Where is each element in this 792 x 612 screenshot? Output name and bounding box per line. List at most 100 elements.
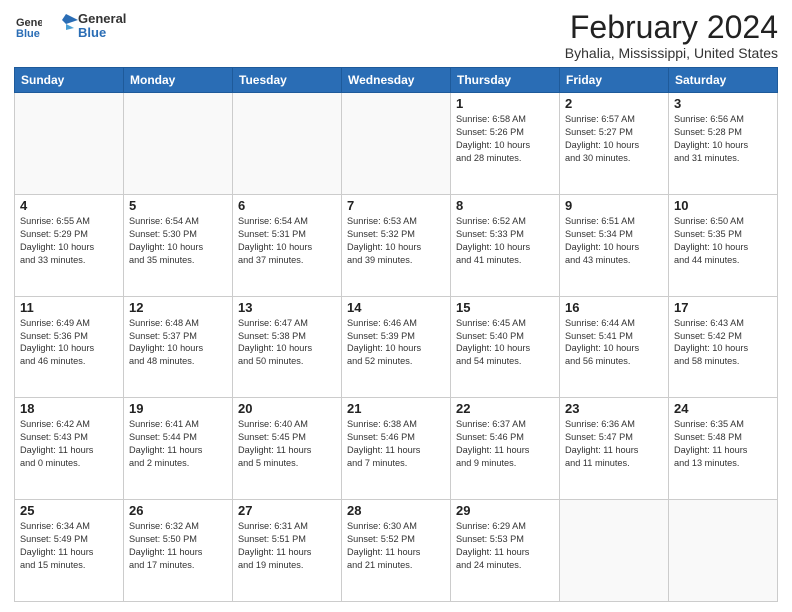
calendar-cell: 2 Sunrise: 6:57 AM Sunset: 5:27 PM Daylig… bbox=[560, 93, 669, 195]
calendar-page: General Blue General Blue bbox=[0, 0, 792, 612]
weekday-header-row: SundayMondayTuesdayWednesdayThursdayFrid… bbox=[15, 68, 778, 93]
logo-general-text: General bbox=[78, 11, 126, 26]
day-info: Sunrise: 6:43 AM Sunset: 5:42 PM Dayligh… bbox=[674, 317, 772, 369]
calendar-cell: 24 Sunrise: 6:35 AM Sunset: 5:48 PM Dayli… bbox=[669, 398, 778, 500]
calendar-cell: 6 Sunrise: 6:54 AM Sunset: 5:31 PM Daylig… bbox=[233, 194, 342, 296]
calendar-cell: 17 Sunrise: 6:43 AM Sunset: 5:42 PM Dayli… bbox=[669, 296, 778, 398]
day-info: Sunrise: 6:35 AM Sunset: 5:48 PM Dayligh… bbox=[674, 418, 772, 470]
day-number: 14 bbox=[347, 300, 445, 315]
day-info: Sunrise: 6:55 AM Sunset: 5:29 PM Dayligh… bbox=[20, 215, 118, 267]
calendar-table: SundayMondayTuesdayWednesdayThursdayFrid… bbox=[14, 67, 778, 602]
day-number: 28 bbox=[347, 503, 445, 518]
day-info: Sunrise: 6:31 AM Sunset: 5:51 PM Dayligh… bbox=[238, 520, 336, 572]
day-number: 21 bbox=[347, 401, 445, 416]
day-number: 24 bbox=[674, 401, 772, 416]
day-number: 22 bbox=[456, 401, 554, 416]
day-info: Sunrise: 6:58 AM Sunset: 5:26 PM Dayligh… bbox=[456, 113, 554, 165]
day-number: 11 bbox=[20, 300, 118, 315]
calendar-cell: 18Sunrise: 6:42 AM Sunset: 5:43 PM Dayli… bbox=[15, 398, 124, 500]
day-number: 27 bbox=[238, 503, 336, 518]
weekday-header-saturday: Saturday bbox=[669, 68, 778, 93]
day-number: 16 bbox=[565, 300, 663, 315]
calendar-week-4: 25Sunrise: 6:34 AM Sunset: 5:49 PM Dayli… bbox=[15, 500, 778, 602]
day-info: Sunrise: 6:41 AM Sunset: 5:44 PM Dayligh… bbox=[129, 418, 227, 470]
day-number: 8 bbox=[456, 198, 554, 213]
calendar-cell: 16 Sunrise: 6:44 AM Sunset: 5:41 PM Dayli… bbox=[560, 296, 669, 398]
day-number: 26 bbox=[129, 503, 227, 518]
weekday-header-sunday: Sunday bbox=[15, 68, 124, 93]
day-info: Sunrise: 6:45 AM Sunset: 5:40 PM Dayligh… bbox=[456, 317, 554, 369]
day-number: 6 bbox=[238, 198, 336, 213]
calendar-cell bbox=[669, 500, 778, 602]
day-info: Sunrise: 6:57 AM Sunset: 5:27 PM Dayligh… bbox=[565, 113, 663, 165]
calendar-week-1: 4 Sunrise: 6:55 AM Sunset: 5:29 PM Daylig… bbox=[15, 194, 778, 296]
calendar-cell: 26 Sunrise: 6:32 AM Sunset: 5:50 PM Dayli… bbox=[124, 500, 233, 602]
calendar-week-2: 11Sunrise: 6:49 AM Sunset: 5:36 PM Dayli… bbox=[15, 296, 778, 398]
header: General Blue General Blue bbox=[14, 10, 778, 61]
calendar-cell bbox=[560, 500, 669, 602]
day-info: Sunrise: 6:51 AM Sunset: 5:34 PM Dayligh… bbox=[565, 215, 663, 267]
calendar-cell bbox=[124, 93, 233, 195]
day-info: Sunrise: 6:32 AM Sunset: 5:50 PM Dayligh… bbox=[129, 520, 227, 572]
day-info: Sunrise: 6:37 AM Sunset: 5:46 PM Dayligh… bbox=[456, 418, 554, 470]
day-info: Sunrise: 6:56 AM Sunset: 5:28 PM Dayligh… bbox=[674, 113, 772, 165]
calendar-cell: 5 Sunrise: 6:54 AM Sunset: 5:30 PM Daylig… bbox=[124, 194, 233, 296]
day-number: 5 bbox=[129, 198, 227, 213]
day-number: 20 bbox=[238, 401, 336, 416]
day-number: 19 bbox=[129, 401, 227, 416]
day-number: 3 bbox=[674, 96, 772, 111]
month-title: February 2024 bbox=[565, 10, 778, 45]
day-number: 29 bbox=[456, 503, 554, 518]
weekday-header-monday: Monday bbox=[124, 68, 233, 93]
day-info: Sunrise: 6:29 AM Sunset: 5:53 PM Dayligh… bbox=[456, 520, 554, 572]
calendar-cell: 14Sunrise: 6:46 AM Sunset: 5:39 PM Dayli… bbox=[342, 296, 451, 398]
day-info: Sunrise: 6:53 AM Sunset: 5:32 PM Dayligh… bbox=[347, 215, 445, 267]
calendar-week-0: 1 Sunrise: 6:58 AM Sunset: 5:26 PM Daylig… bbox=[15, 93, 778, 195]
calendar-cell: 19 Sunrise: 6:41 AM Sunset: 5:44 PM Dayli… bbox=[124, 398, 233, 500]
day-number: 10 bbox=[674, 198, 772, 213]
calendar-cell: 13Sunrise: 6:47 AM Sunset: 5:38 PM Dayli… bbox=[233, 296, 342, 398]
day-number: 17 bbox=[674, 300, 772, 315]
day-info: Sunrise: 6:42 AM Sunset: 5:43 PM Dayligh… bbox=[20, 418, 118, 470]
calendar-cell: 1 Sunrise: 6:58 AM Sunset: 5:26 PM Daylig… bbox=[451, 93, 560, 195]
calendar-cell: 27 Sunrise: 6:31 AM Sunset: 5:51 PM Dayli… bbox=[233, 500, 342, 602]
day-info: Sunrise: 6:52 AM Sunset: 5:33 PM Dayligh… bbox=[456, 215, 554, 267]
calendar-cell: 9 Sunrise: 6:51 AM Sunset: 5:34 PM Daylig… bbox=[560, 194, 669, 296]
day-info: Sunrise: 6:48 AM Sunset: 5:37 PM Dayligh… bbox=[129, 317, 227, 369]
calendar-cell bbox=[342, 93, 451, 195]
calendar-cell: 20 Sunrise: 6:40 AM Sunset: 5:45 PM Dayli… bbox=[233, 398, 342, 500]
calendar-cell: 15 Sunrise: 6:45 AM Sunset: 5:40 PM Dayli… bbox=[451, 296, 560, 398]
day-info: Sunrise: 6:40 AM Sunset: 5:45 PM Dayligh… bbox=[238, 418, 336, 470]
day-number: 2 bbox=[565, 96, 663, 111]
day-info: Sunrise: 6:54 AM Sunset: 5:31 PM Dayligh… bbox=[238, 215, 336, 267]
day-info: Sunrise: 6:54 AM Sunset: 5:30 PM Dayligh… bbox=[129, 215, 227, 267]
weekday-header-friday: Friday bbox=[560, 68, 669, 93]
day-number: 23 bbox=[565, 401, 663, 416]
calendar-cell: 4 Sunrise: 6:55 AM Sunset: 5:29 PM Daylig… bbox=[15, 194, 124, 296]
day-info: Sunrise: 6:30 AM Sunset: 5:52 PM Dayligh… bbox=[347, 520, 445, 572]
calendar-cell: 21Sunrise: 6:38 AM Sunset: 5:46 PM Dayli… bbox=[342, 398, 451, 500]
day-number: 9 bbox=[565, 198, 663, 213]
calendar-cell: 25Sunrise: 6:34 AM Sunset: 5:49 PM Dayli… bbox=[15, 500, 124, 602]
day-number: 15 bbox=[456, 300, 554, 315]
calendar-cell: 28 Sunrise: 6:30 AM Sunset: 5:52 PM Dayli… bbox=[342, 500, 451, 602]
calendar-cell bbox=[233, 93, 342, 195]
weekday-header-thursday: Thursday bbox=[451, 68, 560, 93]
day-number: 12 bbox=[129, 300, 227, 315]
title-block: February 2024 Byhalia, Mississippi, Unit… bbox=[565, 10, 778, 61]
day-number: 7 bbox=[347, 198, 445, 213]
logo-blue-text: Blue bbox=[78, 25, 106, 40]
logo-icon: General Blue bbox=[14, 12, 42, 40]
day-number: 4 bbox=[20, 198, 118, 213]
calendar-week-3: 18Sunrise: 6:42 AM Sunset: 5:43 PM Dayli… bbox=[15, 398, 778, 500]
calendar-cell bbox=[15, 93, 124, 195]
calendar-cell: 8 Sunrise: 6:52 AM Sunset: 5:33 PM Daylig… bbox=[451, 194, 560, 296]
calendar-cell: 22 Sunrise: 6:37 AM Sunset: 5:46 PM Dayli… bbox=[451, 398, 560, 500]
day-info: Sunrise: 6:50 AM Sunset: 5:35 PM Dayligh… bbox=[674, 215, 772, 267]
day-info: Sunrise: 6:44 AM Sunset: 5:41 PM Dayligh… bbox=[565, 317, 663, 369]
day-info: Sunrise: 6:36 AM Sunset: 5:47 PM Dayligh… bbox=[565, 418, 663, 470]
calendar-cell: 23 Sunrise: 6:36 AM Sunset: 5:47 PM Dayli… bbox=[560, 398, 669, 500]
location: Byhalia, Mississippi, United States bbox=[565, 45, 778, 61]
logo: General Blue General Blue bbox=[14, 10, 126, 42]
day-number: 1 bbox=[456, 96, 554, 111]
